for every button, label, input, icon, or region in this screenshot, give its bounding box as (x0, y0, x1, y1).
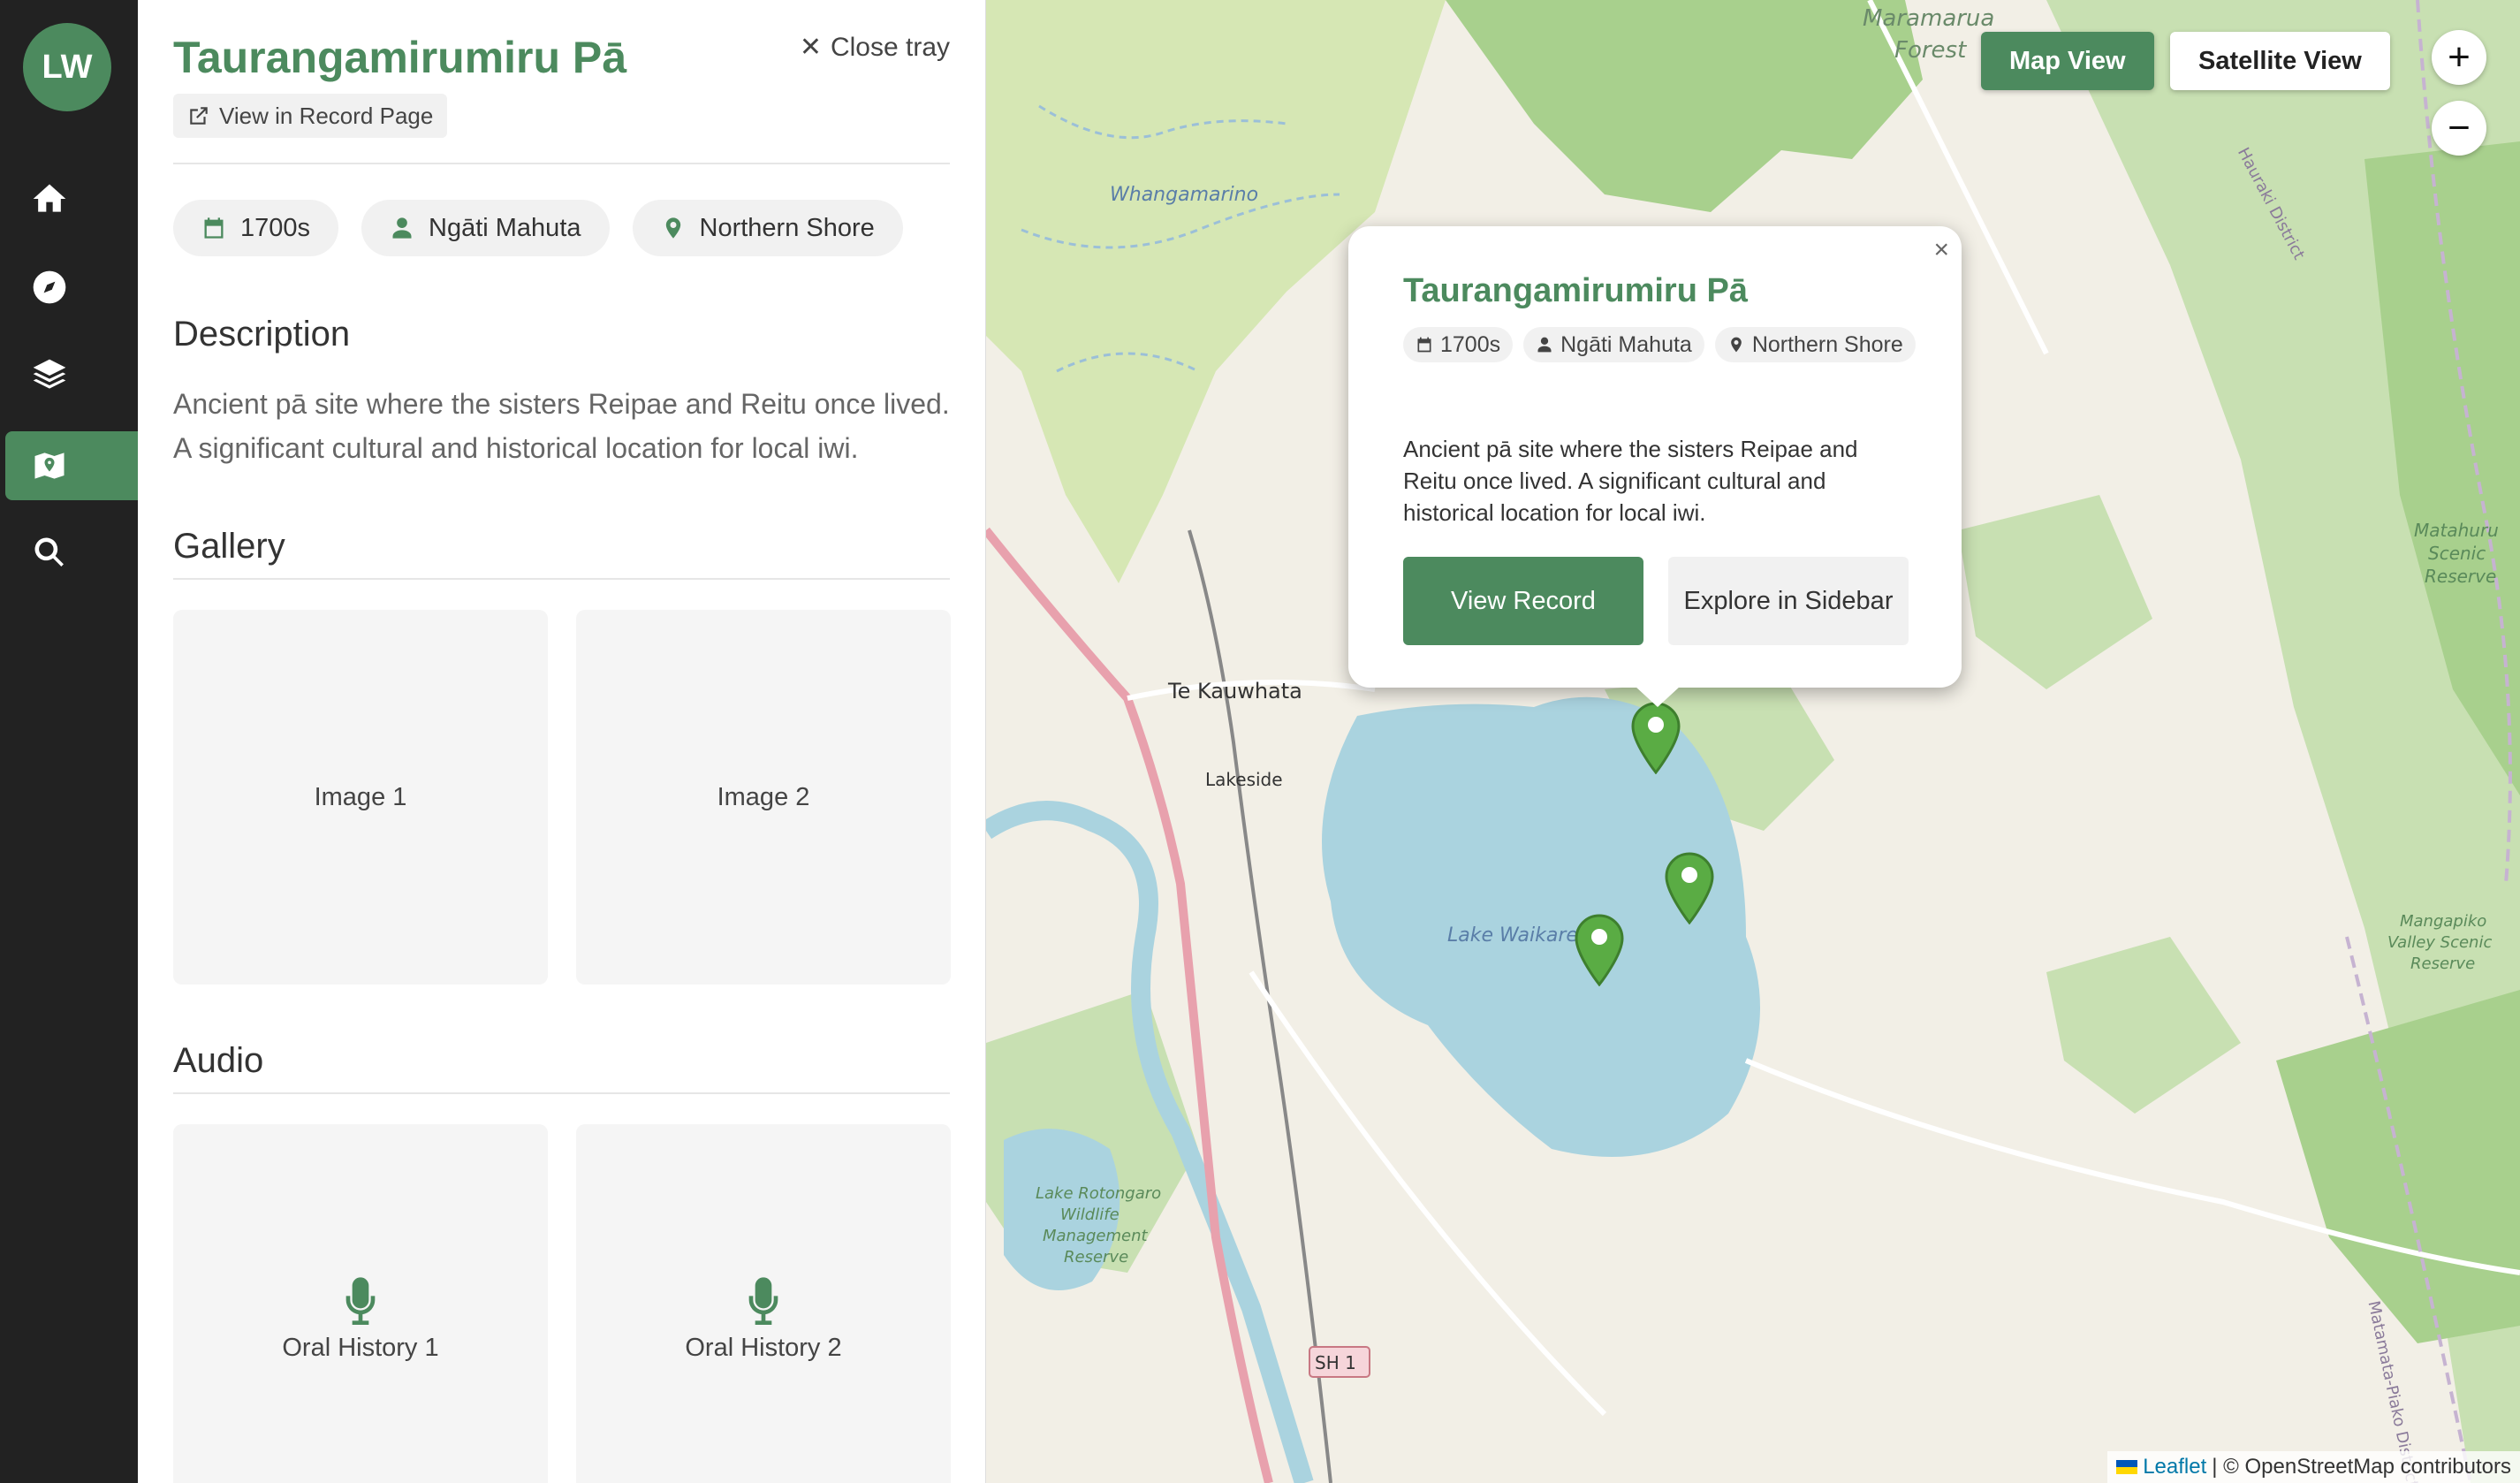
person-icon (1537, 337, 1552, 353)
popup-location-chip: Northern Shore (1714, 327, 1916, 362)
microphone-icon (748, 1276, 778, 1325)
nav-item-search[interactable] (5, 518, 147, 587)
map-label-matahuru-3: Reserve (2425, 566, 2497, 587)
location-chip: Northern Shore (632, 200, 903, 256)
map-icon (34, 453, 65, 479)
map-label-lake-waikare: Lake Waikare (1447, 924, 1578, 947)
map-label-whangamarino: Whangamarino (1110, 184, 1259, 206)
ukraine-flag-icon (2116, 1460, 2138, 1474)
map-attribution: Leaflet | © OpenStreetMap contributors (2107, 1451, 2520, 1483)
close-tray-button[interactable]: ✕ Close tray (800, 32, 950, 63)
side-nav: LW (0, 0, 147, 1483)
audio-label: Oral History 1 (282, 1333, 439, 1362)
map-label-mangapiko-2: Valley Scenic (2387, 933, 2493, 952)
map-label-mangapiko-3: Reserve (2410, 954, 2476, 973)
map-label-te-kauwhata: Te Kauwhata (1168, 679, 1302, 703)
map-label-lakeside: Lakeside (1205, 769, 1283, 790)
nav-item-explore[interactable] (5, 253, 147, 322)
microphone-icon (345, 1276, 376, 1325)
map-label-forest: Forest (1894, 37, 1967, 64)
nav-item-map[interactable] (5, 431, 147, 500)
external-link-icon (190, 107, 208, 125)
popup-tags: 1700s Ngāti Mahuta Northern Shore (1403, 327, 1916, 362)
leaflet-link[interactable]: Leaflet (2143, 1455, 2206, 1479)
map-label-rotongaro-2: Wildlife (1060, 1205, 1120, 1224)
tray-title: Taurangamirumiru Pā (173, 33, 627, 82)
map-label-rotongaro-3: Management (1043, 1227, 1148, 1245)
close-tray-label: Close tray (830, 32, 950, 62)
audio-divider (173, 1092, 950, 1094)
gallery-divider (173, 578, 950, 580)
popup-period-chip: 1700s (1403, 327, 1514, 362)
map-label-rotongaro-1: Lake Rotongaro (1036, 1184, 1162, 1203)
gallery-image-1[interactable]: Image 1 (173, 610, 548, 985)
record-tags: 1700s Ngāti Mahuta Northern Shore (173, 200, 903, 256)
nav-item-home[interactable] (5, 164, 147, 233)
calendar-icon (1417, 337, 1431, 353)
audio-label: Oral History 2 (685, 1333, 842, 1362)
popup-description: Ancient pā site where the sisters Reipae… (1403, 436, 1858, 526)
view-record-page-link[interactable]: View in Record Page (173, 94, 448, 138)
popup-iwi-chip: Ngāti Mahuta (1523, 327, 1704, 362)
map-canvas[interactable]: Maramarua Forest Whangamarino Te Kauwhat… (986, 0, 2520, 1483)
map-label-rotongaro-4: Reserve (1064, 1248, 1129, 1266)
audio-item-1[interactable]: Oral History 1 (173, 1124, 548, 1483)
popup-period-label: 1700s (1440, 331, 1501, 357)
app-logo[interactable]: LW (23, 23, 111, 111)
map-marker-pin-icon[interactable] (1665, 852, 1714, 924)
record-tray: Taurangamirumiru Pā ✕ Close tray View in… (138, 0, 986, 1483)
compass-icon (33, 270, 66, 304)
close-icon: ✕ (799, 33, 822, 62)
explore-in-sidebar-button[interactable]: Explore in Sidebar (1668, 557, 1909, 645)
map-label-sh1: SH 1 (1315, 1352, 1356, 1373)
layers-icon (33, 359, 66, 389)
zoom-in-button[interactable]: + (2432, 30, 2486, 85)
description-heading: Description (173, 315, 351, 354)
map-label-matahuru-1: Matahuru (2414, 520, 2499, 541)
gallery-image-label: Image 2 (717, 782, 810, 811)
map-marker-pin-icon[interactable] (1631, 702, 1681, 774)
map-popup: × Taurangamirumiru Pā 1700s Ngāti Mahuta… (1348, 226, 1962, 707)
map-label-matahuru-2: Scenic (2428, 543, 2486, 564)
zoom-out-button[interactable]: − (2432, 101, 2486, 156)
gallery-heading: Gallery (173, 527, 285, 566)
audio-item-2[interactable]: Oral History 2 (576, 1124, 951, 1483)
period-label: 1700s (240, 213, 311, 242)
popup-close-button[interactable]: × (1933, 235, 1949, 265)
map-label-mangapiko-1: Mangapiko (2400, 912, 2487, 931)
location-pin-icon (665, 217, 680, 239)
audio-heading: Audio (173, 1041, 264, 1080)
osm-attribution: | © OpenStreetMap contributors (2212, 1455, 2511, 1479)
map-view-button[interactable]: Map View (1981, 32, 2154, 90)
search-icon (34, 537, 64, 567)
popup-location-label: Northern Shore (1751, 331, 1903, 357)
view-record-page-label: View in Record Page (219, 102, 434, 129)
map-marker-pin-icon[interactable] (1575, 914, 1624, 986)
popup-iwi-label: Ngāti Mahuta (1560, 331, 1692, 357)
home-icon (33, 184, 66, 212)
location-pin-icon (1730, 337, 1742, 353)
person-icon (392, 217, 412, 239)
satellite-view-button[interactable]: Satellite View (2170, 32, 2390, 90)
gallery-image-2[interactable]: Image 2 (576, 610, 951, 985)
location-label: Northern Shore (699, 213, 875, 242)
gallery-image-label: Image 1 (314, 782, 407, 811)
iwi-label: Ngāti Mahuta (429, 213, 581, 242)
view-record-button[interactable]: View Record (1403, 557, 1643, 645)
description-text: Ancient pā site where the sisters Reipae… (173, 388, 950, 464)
header-divider (173, 163, 950, 164)
iwi-chip: Ngāti Mahuta (361, 200, 610, 256)
period-chip: 1700s (173, 200, 339, 256)
nav-item-layers[interactable] (5, 341, 147, 410)
calendar-icon (204, 217, 224, 239)
map-label-maramarua: Maramarua (1863, 5, 1995, 32)
popup-title: Taurangamirumiru Pā (1403, 272, 1748, 309)
